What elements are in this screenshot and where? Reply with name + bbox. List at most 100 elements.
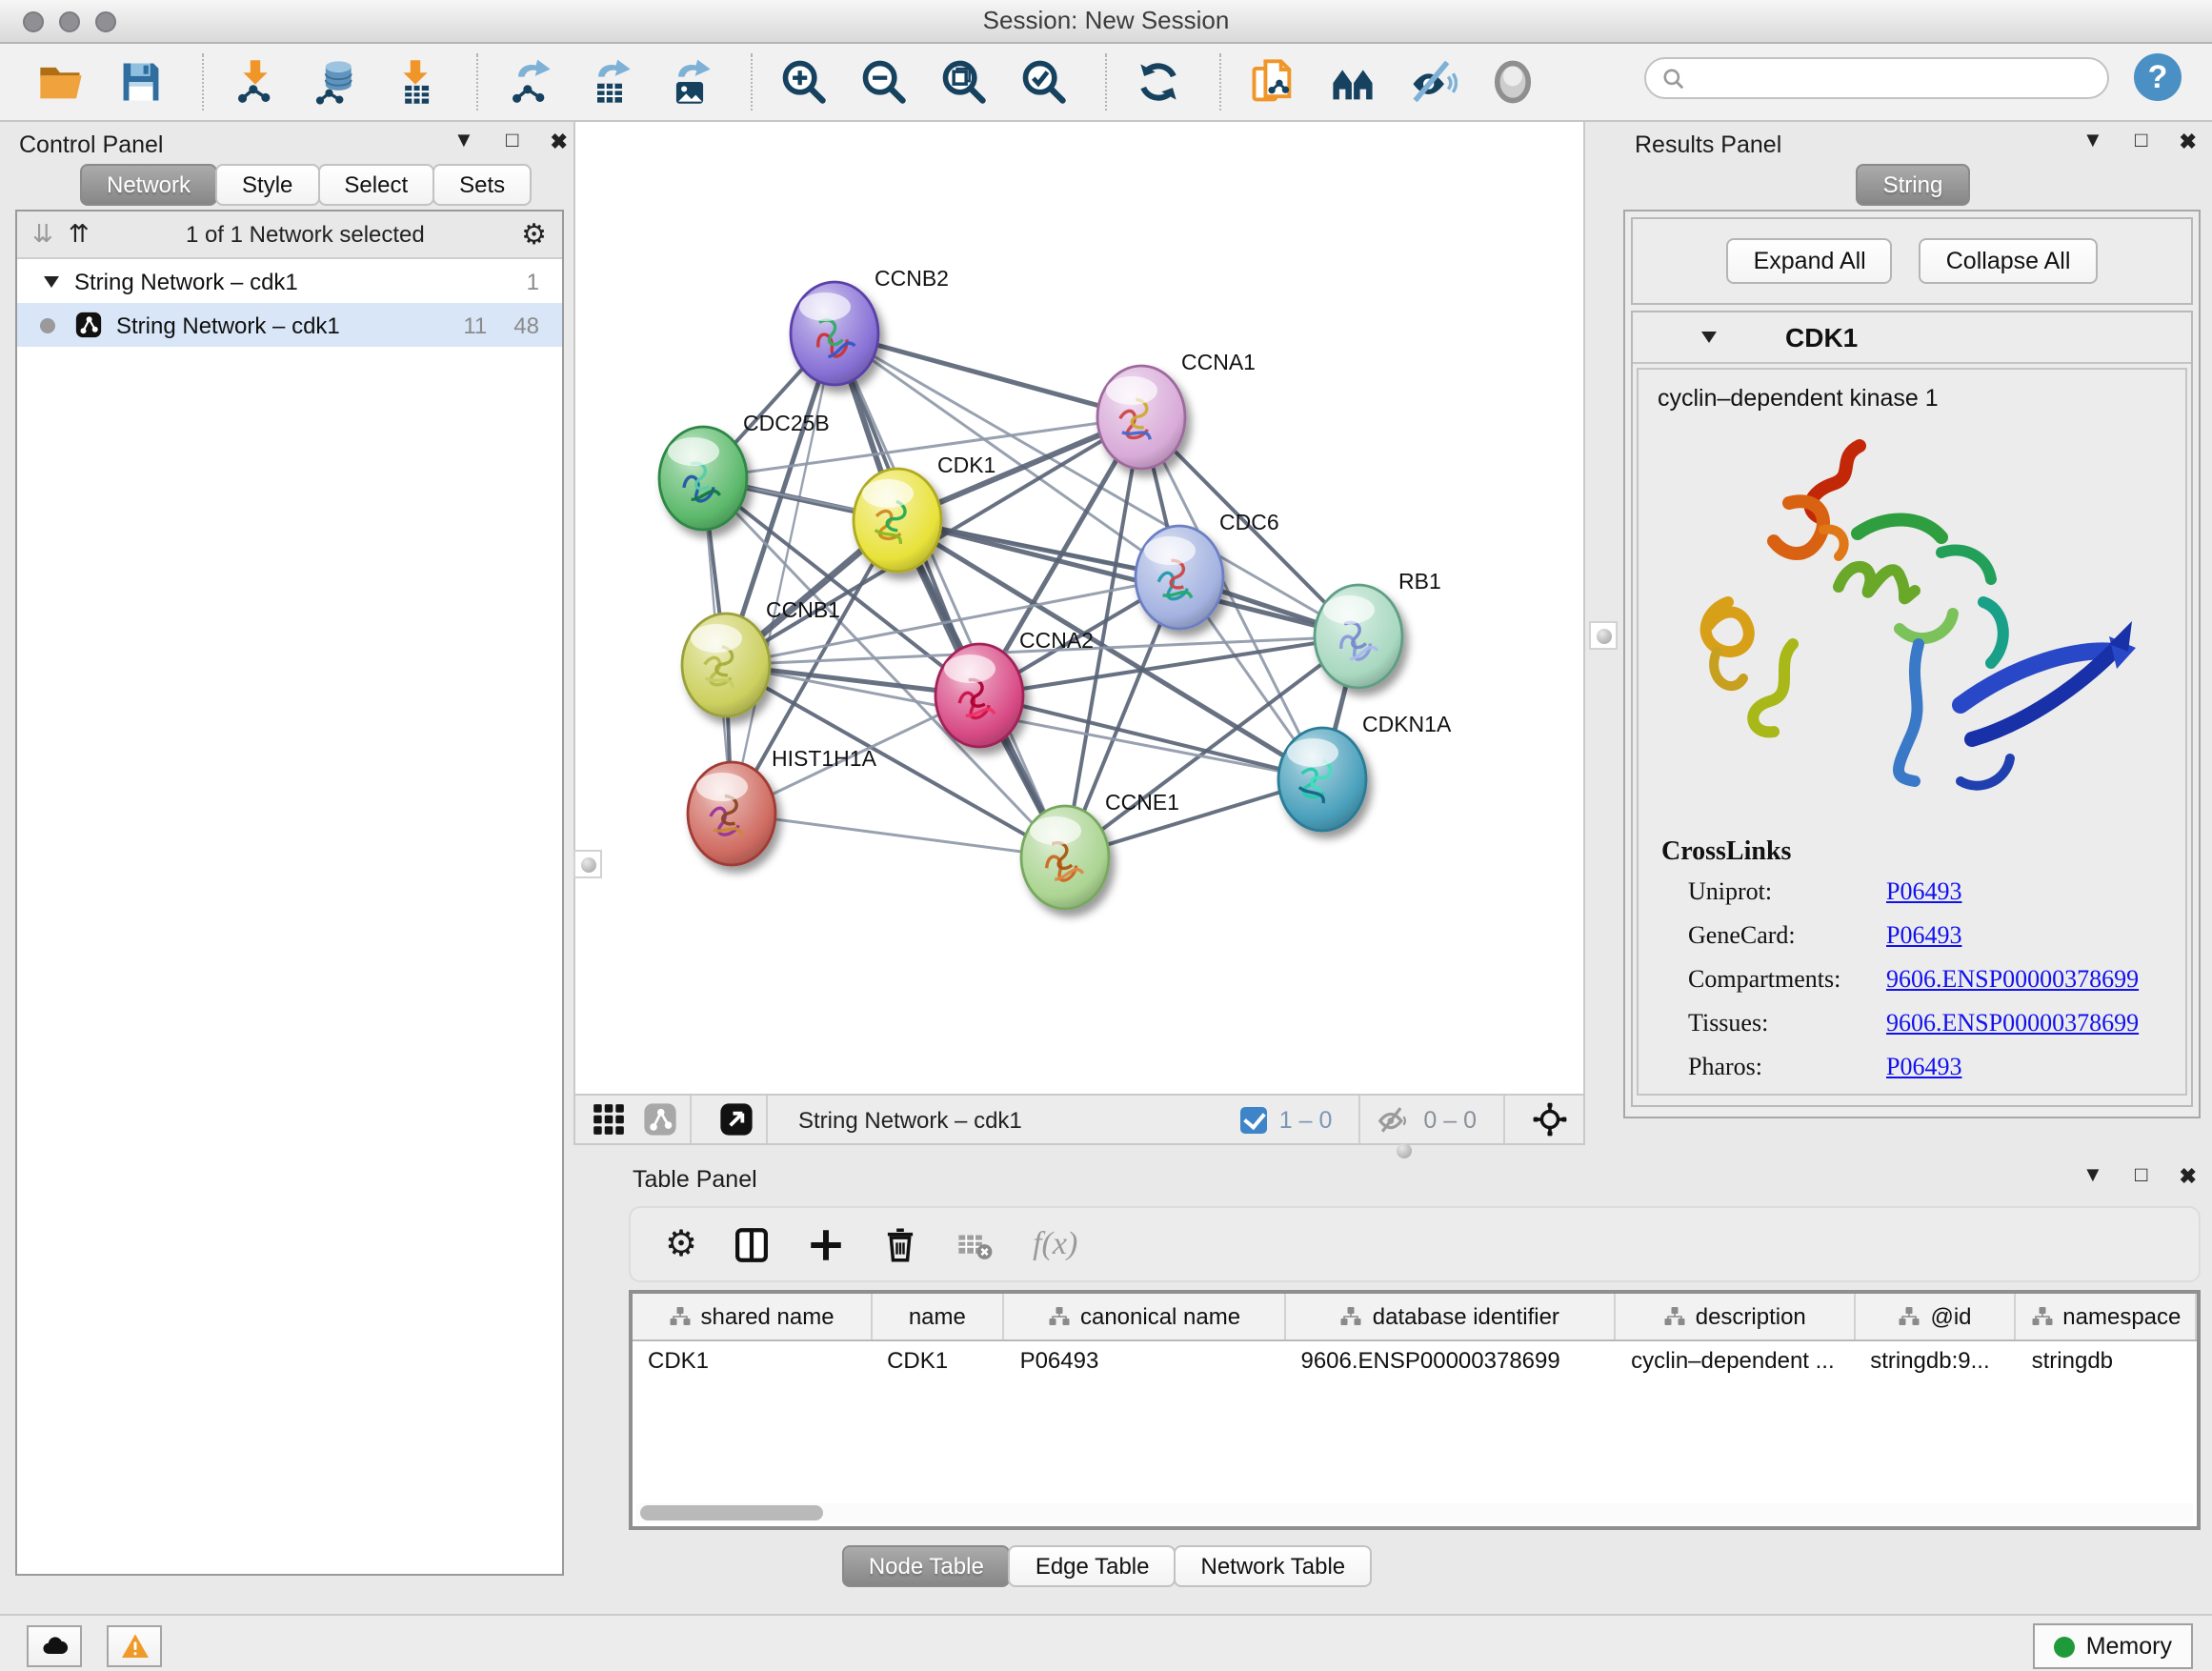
node-label: CDC25B <box>743 411 830 435</box>
memory-button[interactable]: Memory <box>2033 1623 2193 1669</box>
table-panel-float-icon[interactable]: ▼ <box>2082 1164 2107 1189</box>
help-icon[interactable]: ? <box>2134 53 2182 101</box>
copy-network-icon[interactable] <box>1246 56 1297 108</box>
export-image-icon[interactable] <box>663 56 714 108</box>
network-edge[interactable] <box>732 814 1065 857</box>
right-splitter-handle[interactable] <box>1589 621 1618 650</box>
column-header-canonical-name[interactable]: canonical name <box>1005 1294 1286 1339</box>
delete-column-trash-icon[interactable] <box>880 1224 920 1264</box>
refresh-icon[interactable] <box>1132 56 1183 108</box>
network-node-ccnb1[interactable]: CCNB1 <box>682 597 840 716</box>
tab-network-table[interactable]: Network Table <box>1175 1545 1373 1587</box>
crosslink-link[interactable]: P06493 <box>1886 876 1961 907</box>
save-session-icon[interactable] <box>114 56 166 108</box>
network-canvas[interactable]: CCNB2CCNA1CDC25BCDK1CDC6RB1CCNB1CCNA2CDK… <box>573 122 1585 1094</box>
tab-style[interactable]: Style <box>215 164 319 206</box>
network-edge[interactable] <box>835 333 1141 417</box>
crosslink-link[interactable]: 9606.ENSP00000378699 <box>1886 1008 2139 1038</box>
column-header-name[interactable]: name <box>872 1294 1005 1339</box>
fit-selected-crosshair-icon[interactable] <box>1532 1101 1568 1137</box>
control-panel-close-icon[interactable]: ✖ <box>551 130 572 154</box>
import-table-icon[interactable] <box>389 56 440 108</box>
table-row[interactable]: CDK1CDK1P064939606.ENSP00000378699cyclin… <box>633 1341 2197 1383</box>
column-type-icon <box>1663 1305 1686 1328</box>
results-panel-float-icon[interactable]: ▼ <box>2082 130 2107 154</box>
crosslink-link[interactable]: P06493 <box>1886 1052 1961 1082</box>
crosslink-link[interactable]: P06493 <box>1886 920 1961 951</box>
column-header-description[interactable]: description <box>1616 1294 1855 1339</box>
network-edge[interactable] <box>835 333 1065 857</box>
warnings-button[interactable] <box>107 1625 162 1667</box>
expand-all-networks-icon[interactable]: ⇈ <box>69 219 90 250</box>
show-all-icon[interactable] <box>1486 56 1538 108</box>
cell-namespace[interactable]: stringdb <box>2017 1341 2197 1383</box>
export-table-icon[interactable] <box>583 56 634 108</box>
table-scrollbar-thumb[interactable] <box>640 1505 823 1520</box>
search-input[interactable] <box>1644 57 2109 99</box>
network-node-hist1h1a[interactable]: HIST1H1A <box>688 746 877 865</box>
zoom-in-icon[interactable] <box>777 56 829 108</box>
collapse-all-networks-icon[interactable]: ⇊ <box>32 219 53 250</box>
table-panel-close-icon[interactable]: ✖ <box>2180 1164 2201 1189</box>
zoom-fit-icon[interactable] <box>937 56 989 108</box>
detach-view-icon[interactable] <box>718 1101 754 1137</box>
column-header-database-identifier[interactable]: database identifier <box>1286 1294 1617 1339</box>
results-panel-maximize-icon[interactable]: □ <box>2135 130 2151 154</box>
network-view-icon[interactable] <box>642 1101 678 1137</box>
add-column-icon[interactable] <box>806 1224 846 1264</box>
table-panel-title: Table Panel <box>633 1166 757 1193</box>
cell-database-identifier[interactable]: 9606.ENSP00000378699 <box>1285 1341 1616 1383</box>
control-panel-float-icon[interactable]: ▼ <box>453 130 478 154</box>
column-header-namespace[interactable]: namespace <box>2017 1294 2197 1339</box>
zoom-out-icon[interactable] <box>857 56 909 108</box>
import-database-icon[interactable] <box>309 56 360 108</box>
first-neighbors-icon[interactable] <box>1326 56 1377 108</box>
tab-node-table[interactable]: Node Table <box>842 1545 1011 1587</box>
network-options-gear-icon[interactable]: ⚙ <box>521 217 547 252</box>
cell-shared-name[interactable]: CDK1 <box>633 1341 872 1383</box>
network-collection-row[interactable]: String Network – cdk1 1 <box>17 259 562 303</box>
grid-view-icon[interactable] <box>591 1101 627 1137</box>
import-network-icon[interactable] <box>229 56 280 108</box>
results-panel-close-icon[interactable]: ✖ <box>2180 130 2201 154</box>
tab-string[interactable]: String <box>1857 164 1970 206</box>
selected-items-checkbox[interactable] <box>1241 1106 1268 1133</box>
table-panel-maximize-icon[interactable]: □ <box>2135 1164 2151 1189</box>
column-header-shared-name[interactable]: shared name <box>633 1294 872 1339</box>
cell-name[interactable]: CDK1 <box>872 1341 1005 1383</box>
left-splitter-handle[interactable] <box>573 850 602 878</box>
cell-canonical-name[interactable]: P06493 <box>1005 1341 1286 1383</box>
tab-select[interactable]: Select <box>317 164 434 206</box>
gene-expander-icon[interactable] <box>1701 332 1717 343</box>
zoom-selected-icon[interactable] <box>1017 56 1069 108</box>
crosslink-link[interactable]: 9606.ENSP00000378699 <box>1886 964 2139 995</box>
tab-sets[interactable]: Sets <box>432 164 532 206</box>
network-node-rb1[interactable]: RB1 <box>1315 569 1441 688</box>
search-field[interactable] <box>1686 59 2107 97</box>
collapse-all-button[interactable]: Collapse All <box>1920 238 2098 284</box>
gene-name: CDK1 <box>1785 322 1858 352</box>
network-row-selected[interactable]: String Network – cdk1 11 48 <box>17 303 562 347</box>
cell-description[interactable]: cyclin–dependent ... <box>1616 1341 1855 1383</box>
network-edge[interactable] <box>732 333 835 814</box>
control-panel-maximize-icon[interactable]: □ <box>506 130 522 154</box>
tab-edge-table[interactable]: Edge Table <box>1009 1545 1176 1587</box>
bottom-splitter-handle[interactable] <box>1393 1139 1416 1162</box>
network-node-cdk1[interactable]: CDK1 <box>854 453 995 572</box>
gene-entry-header[interactable]: CDK1 <box>1633 312 2191 364</box>
results-buttons-bar: Expand All Collapse All <box>1631 217 2193 305</box>
open-session-icon[interactable] <box>34 56 86 108</box>
table-settings-gear-icon[interactable]: ⚙ <box>665 1222 697 1266</box>
collection-expander-icon[interactable] <box>44 275 59 287</box>
cloud-status-button[interactable] <box>27 1625 82 1667</box>
network-node-cdkn1a[interactable]: CDKN1A <box>1278 712 1452 831</box>
network-node-ccnb2[interactable]: CCNB2 <box>791 266 949 385</box>
cell--id[interactable]: stringdb:9... <box>1855 1341 2016 1383</box>
show-columns-icon[interactable] <box>732 1224 772 1264</box>
export-network-icon[interactable] <box>503 56 554 108</box>
hide-selected-icon[interactable] <box>1406 56 1458 108</box>
tab-network[interactable]: Network <box>80 164 217 206</box>
network-node-ccne1[interactable]: CCNE1 <box>1021 790 1179 909</box>
expand-all-button[interactable]: Expand All <box>1727 238 1893 284</box>
column-header--id[interactable]: @id <box>1855 1294 2016 1339</box>
